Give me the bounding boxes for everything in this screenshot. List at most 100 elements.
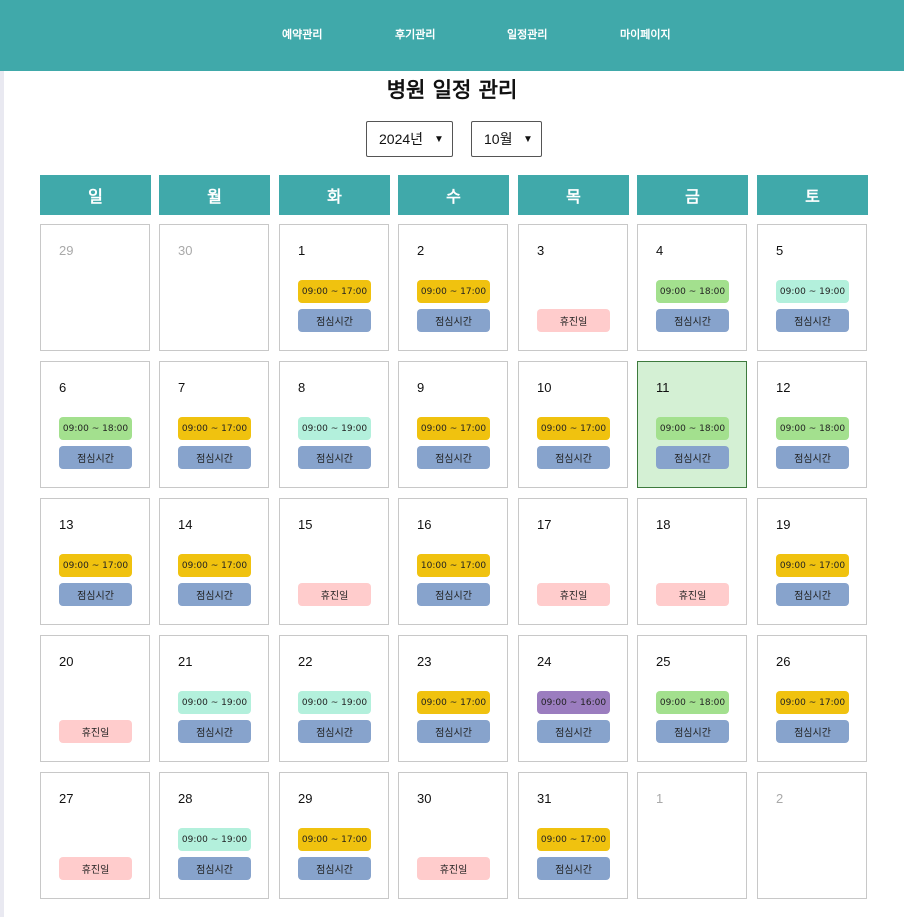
closed-day-badge[interactable]: 휴진일 [537, 309, 610, 332]
working-hours-badge[interactable]: 09:00 ~ 17:00 [298, 280, 371, 303]
working-hours-badge[interactable]: 09:00 ~ 18:00 [656, 691, 729, 714]
year-select[interactable]: 2024년 ▼ [366, 121, 453, 157]
lunch-time-badge[interactable]: 점심시간 [178, 857, 251, 880]
calendar-day-cell[interactable]: 11 09:00 ~ 18:00 점심시간 [637, 361, 747, 488]
working-hours-badge[interactable]: 09:00 ~ 18:00 [656, 417, 729, 440]
calendar-day-cell[interactable]: 2 [757, 772, 867, 899]
calendar-day-cell[interactable]: 1 09:00 ~ 17:00 점심시간 [279, 224, 389, 351]
calendar-day-cell[interactable]: 30 휴진일 [398, 772, 508, 899]
calendar-day-cell[interactable]: 24 09:00 ~ 16:00 점심시간 [518, 635, 628, 762]
calendar-day-cell[interactable]: 2 09:00 ~ 17:00 점심시간 [398, 224, 508, 351]
lunch-time-badge[interactable]: 점심시간 [298, 857, 371, 880]
lunch-time-badge[interactable]: 점심시간 [776, 583, 849, 606]
calendar-day-cell[interactable]: 23 09:00 ~ 17:00 점심시간 [398, 635, 508, 762]
working-hours-badge[interactable]: 09:00 ~ 18:00 [59, 417, 132, 440]
calendar-day-cell[interactable]: 20 휴진일 [40, 635, 150, 762]
working-hours-badge[interactable]: 09:00 ~ 17:00 [178, 417, 251, 440]
working-hours-badge[interactable]: 09:00 ~ 17:00 [417, 691, 490, 714]
lunch-time-badge[interactable]: 점심시간 [537, 720, 610, 743]
working-hours-badge[interactable]: 09:00 ~ 17:00 [178, 554, 251, 577]
calendar-day-cell[interactable]: 27 휴진일 [40, 772, 150, 899]
lunch-time-badge[interactable]: 점심시간 [776, 720, 849, 743]
working-hours-badge[interactable]: 09:00 ~ 17:00 [417, 280, 490, 303]
lunch-time-badge[interactable]: 점심시간 [298, 720, 371, 743]
calendar-day-cell[interactable]: 16 10:00 ~ 17:00 점심시간 [398, 498, 508, 625]
lunch-time-badge[interactable]: 점심시간 [59, 446, 132, 469]
calendar-day-cell[interactable]: 5 09:00 ~ 19:00 점심시간 [757, 224, 867, 351]
lunch-time-badge[interactable]: 점심시간 [178, 583, 251, 606]
working-hours-badge[interactable]: 09:00 ~ 19:00 [776, 280, 849, 303]
working-hours-badge[interactable]: 09:00 ~ 17:00 [537, 828, 610, 851]
working-hours-badge[interactable]: 09:00 ~ 18:00 [656, 280, 729, 303]
nav-mypage[interactable]: 마이페이지 [620, 26, 671, 42]
working-hours-badge[interactable]: 09:00 ~ 19:00 [298, 417, 371, 440]
calendar-day-cell[interactable]: 8 09:00 ~ 19:00 점심시간 [279, 361, 389, 488]
lunch-time-badge[interactable]: 점심시간 [298, 446, 371, 469]
closed-day-badge[interactable]: 휴진일 [537, 583, 610, 606]
lunch-time-badge[interactable]: 점심시간 [656, 309, 729, 332]
calendar-day-cell[interactable]: 21 09:00 ~ 19:00 점심시간 [159, 635, 269, 762]
calendar-day-cell[interactable]: 6 09:00 ~ 18:00 점심시간 [40, 361, 150, 488]
nav-schedule[interactable]: 일정관리 [507, 26, 547, 42]
calendar-day-cell[interactable]: 1 [637, 772, 747, 899]
closed-day-badge[interactable]: 휴진일 [656, 583, 729, 606]
calendar-day-cell[interactable]: 22 09:00 ~ 19:00 점심시간 [279, 635, 389, 762]
lunch-time-badge[interactable]: 점심시간 [537, 446, 610, 469]
calendar-day-cell[interactable]: 19 09:00 ~ 17:00 점심시간 [757, 498, 867, 625]
working-hours-badge[interactable]: 10:00 ~ 17:00 [417, 554, 490, 577]
lunch-time-badge[interactable]: 점심시간 [417, 309, 490, 332]
nav-reviews[interactable]: 후기관리 [395, 26, 435, 42]
closed-day-badge[interactable]: 휴진일 [417, 857, 490, 880]
working-hours-badge[interactable]: 09:00 ~ 19:00 [178, 691, 251, 714]
calendar-day-cell[interactable]: 31 09:00 ~ 17:00 점심시간 [518, 772, 628, 899]
calendar-day-cell[interactable]: 10 09:00 ~ 17:00 점심시간 [518, 361, 628, 488]
closed-day-badge[interactable]: 휴진일 [298, 583, 371, 606]
working-hours-badge[interactable]: 09:00 ~ 17:00 [417, 417, 490, 440]
calendar-day-cell[interactable]: 29 09:00 ~ 17:00 점심시간 [279, 772, 389, 899]
calendar-day-cell[interactable]: 26 09:00 ~ 17:00 점심시간 [757, 635, 867, 762]
working-hours-badge[interactable]: 09:00 ~ 17:00 [776, 554, 849, 577]
calendar-day-cell[interactable]: 7 09:00 ~ 17:00 점심시간 [159, 361, 269, 488]
working-hours-badge[interactable]: 09:00 ~ 17:00 [537, 417, 610, 440]
lunch-time-badge[interactable]: 점심시간 [417, 446, 490, 469]
month-select[interactable]: 10월 ▼ [471, 121, 542, 157]
working-hours-badge[interactable]: 09:00 ~ 17:00 [298, 828, 371, 851]
calendar-day-cell[interactable]: 29 [40, 224, 150, 351]
lunch-time-badge[interactable]: 점심시간 [59, 583, 132, 606]
calendar-day-cell[interactable]: 18 휴진일 [637, 498, 747, 625]
lunch-time-badge[interactable]: 점심시간 [178, 720, 251, 743]
lunch-time-badge[interactable]: 점심시간 [656, 446, 729, 469]
day-number: 21 [178, 654, 193, 669]
lunch-time-badge[interactable]: 점심시간 [178, 446, 251, 469]
day-number: 19 [776, 517, 791, 532]
working-hours-badge[interactable]: 09:00 ~ 18:00 [776, 417, 849, 440]
calendar-day-cell[interactable]: 14 09:00 ~ 17:00 점심시간 [159, 498, 269, 625]
calendar-day-cell[interactable]: 4 09:00 ~ 18:00 점심시간 [637, 224, 747, 351]
calendar-day-cell[interactable]: 25 09:00 ~ 18:00 점심시간 [637, 635, 747, 762]
lunch-time-badge[interactable]: 점심시간 [417, 720, 490, 743]
lunch-time-badge[interactable]: 점심시간 [776, 309, 849, 332]
nav-reservations[interactable]: 예약관리 [282, 26, 322, 42]
lunch-time-badge[interactable]: 점심시간 [656, 720, 729, 743]
lunch-time-badge[interactable]: 점심시간 [417, 583, 490, 606]
lunch-time-badge[interactable]: 점심시간 [776, 446, 849, 469]
closed-day-badge[interactable]: 휴진일 [59, 720, 132, 743]
working-hours-badge[interactable]: 09:00 ~ 16:00 [537, 691, 610, 714]
calendar-day-cell[interactable]: 12 09:00 ~ 18:00 점심시간 [757, 361, 867, 488]
day-number: 6 [59, 380, 67, 395]
working-hours-badge[interactable]: 09:00 ~ 19:00 [298, 691, 371, 714]
working-hours-badge[interactable]: 09:00 ~ 19:00 [178, 828, 251, 851]
day-number: 4 [656, 243, 664, 258]
lunch-time-badge[interactable]: 점심시간 [298, 309, 371, 332]
closed-day-badge[interactable]: 휴진일 [59, 857, 132, 880]
calendar-day-cell[interactable]: 28 09:00 ~ 19:00 점심시간 [159, 772, 269, 899]
calendar-day-cell[interactable]: 3 휴진일 [518, 224, 628, 351]
working-hours-badge[interactable]: 09:00 ~ 17:00 [776, 691, 849, 714]
calendar-day-cell[interactable]: 13 09:00 ~ 17:00 점심시간 [40, 498, 150, 625]
working-hours-badge[interactable]: 09:00 ~ 17:00 [59, 554, 132, 577]
calendar-day-cell[interactable]: 9 09:00 ~ 17:00 점심시간 [398, 361, 508, 488]
calendar-day-cell[interactable]: 17 휴진일 [518, 498, 628, 625]
lunch-time-badge[interactable]: 점심시간 [537, 857, 610, 880]
calendar-day-cell[interactable]: 30 [159, 224, 269, 351]
calendar-day-cell[interactable]: 15 휴진일 [279, 498, 389, 625]
